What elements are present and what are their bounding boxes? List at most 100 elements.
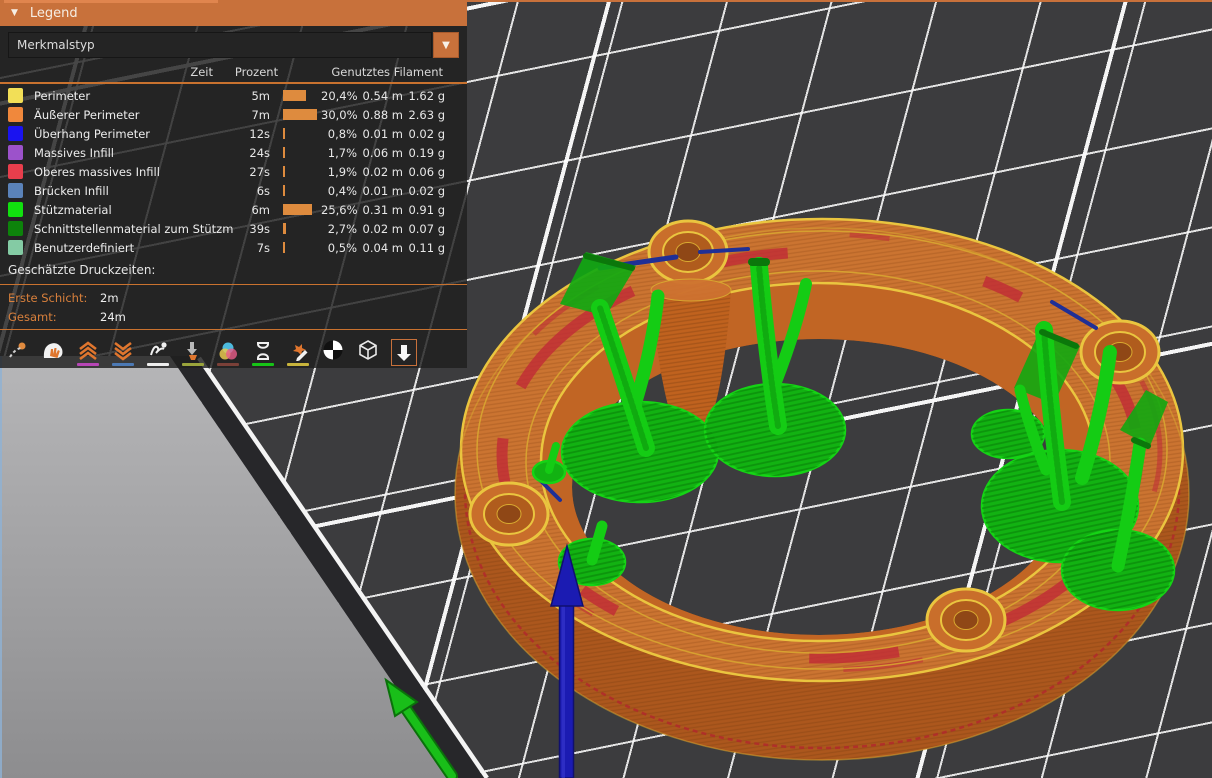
percent-bar-cell [283,223,321,234]
column-header-time: Zeit [190,65,213,79]
deretractions-icon[interactable] [111,338,135,366]
travel-icon[interactable] [6,338,30,366]
percent-bar-cell [283,109,321,120]
feature-used-weight: 0.07 g [408,221,445,236]
feature-used-weight: 0.11 g [408,240,445,255]
estimated-time-row: Gesamt: 24m [0,307,467,326]
legend-rows: Perimeter 5m 20,4% 0.54 m 1.62 g Äußerer Peri… [0,84,467,257]
feature-time: 24s [249,145,270,160]
feature-label: Überhang Perimeter [34,126,151,141]
slicer-preview-window: { "legend": { "title": "Legend", "collap… [0,0,1212,778]
estimated-label: Gesamt: [8,309,57,324]
feature-used-length: 0.54 m [362,88,403,103]
center-of-mass-icon[interactable] [321,338,345,366]
feature-used-weight: 0.02 g [408,126,445,141]
separator [0,284,467,285]
feature-color-swatch [8,126,23,141]
feature-color-swatch [8,221,23,236]
feature-label: Oberes massives Infill [34,164,160,179]
feature-color-swatch [8,164,23,179]
feature-label: Perimeter [34,88,91,103]
legend-row: Überhang Perimeter 12s 0,8% 0.01 m 0.02 g [0,124,467,143]
column-header-percent: Prozent [234,65,279,79]
feature-percent: 0,8% [327,126,357,141]
feature-color-swatch [8,88,23,103]
feature-percent: 1,9% [327,164,357,179]
legend-row: Äußerer Perimeter 7m 30,0% 0.88 m 2.63 g [0,105,467,124]
ring-boss-left [468,481,550,547]
percent-bar-cell [283,147,321,158]
feature-time: 12s [249,126,270,141]
feature-used-length: 0.02 m [362,221,403,236]
feature-used-length: 0.02 m [362,164,403,179]
feature-time: 27s [249,164,270,179]
feature-used-length: 0.01 m [362,183,403,198]
pause-prints-icon[interactable] [251,338,275,366]
tool-changes-icon[interactable] [181,338,205,366]
legend-row: Massives Infill 24s 1,7% 0.06 m 0.19 g [0,143,467,162]
feature-used-length: 0.31 m [362,202,403,217]
collapse-triangle-icon[interactable]: ▼ [11,8,18,18]
percent-bar-cell [283,128,321,139]
percent-bar [283,166,285,177]
separator [0,329,467,330]
feature-label: Brücken Infill [34,183,109,198]
feature-percent: 0,4% [327,183,357,198]
feature-used-weight: 1.62 g [408,88,445,103]
feature-label: Schnittstellenmaterial zum Stützmaterial [34,221,234,236]
feature-used-length: 0.88 m [362,107,403,122]
percent-bar-cell [283,204,321,215]
percent-bar [283,128,285,139]
percent-bar-cell [283,90,321,101]
legend-row: Benutzerdefiniert 7s 0,5% 0.04 m 0.11 g [0,238,467,257]
marker-icon[interactable] [391,339,417,366]
legend-column-headers: Zeit Prozent Genutztes Filament [0,62,467,82]
legend-panel: ▼ Legend Merkmalstyp ▼ Zeit Prozent Genu… [0,0,467,368]
legend-toolbar [0,333,467,366]
legend-row: Perimeter 5m 20,4% 0.54 m 1.62 g [0,86,467,105]
feature-time: 6s [256,183,270,198]
chevron-down-icon: ▼ [442,39,450,51]
retractions-icon[interactable] [76,338,100,366]
estimated-value: 2m [100,290,119,305]
view-type-value: Merkmalstyp [17,38,95,52]
percent-bar [283,90,306,101]
view-type-select[interactable]: Merkmalstyp [8,32,432,58]
feature-used-weight: 0.19 g [408,145,445,160]
percent-bar [283,147,285,158]
legend-row: Brücken Infill 6s 0,4% 0.01 m 0.02 g [0,181,467,200]
estimated-label: Erste Schicht: [8,290,88,305]
percent-bar-cell [283,185,321,196]
feature-used-weight: 2.63 g [408,107,445,122]
percent-bar [283,204,312,215]
legend-row: Schnittstellenmaterial zum Stützmaterial… [0,219,467,238]
shells-icon[interactable] [356,338,380,366]
feature-percent: 25,6% [321,202,358,217]
feature-time: 5m [251,88,270,103]
legend-header-highlight [4,0,218,3]
feature-percent: 2,7% [327,221,357,236]
legend-header[interactable]: ▼ Legend [0,0,467,26]
view-type-dropdown-button[interactable]: ▼ [433,32,459,58]
feature-time: 7m [251,107,270,122]
feature-time: 39s [249,221,270,236]
percent-bar [283,223,286,234]
feature-label: Massives Infill [34,145,114,160]
feature-percent: 20,4% [321,88,358,103]
wipe-icon[interactable] [41,338,65,366]
feature-percent: 30,0% [321,107,358,122]
ring-boss-bottom [925,587,1007,653]
ring-boss-right [1079,319,1161,385]
estimated-value: 24m [100,309,126,324]
percent-bar [283,185,285,196]
estimated-times-list: Erste Schicht: 2m Gesamt: 24m [0,288,467,326]
feature-color-swatch [8,240,23,255]
custom-gcodes-icon[interactable] [286,338,310,366]
seams-icon[interactable] [146,338,170,366]
legend-row: Stützmaterial 6m 25,6% 0.31 m 0.91 g [0,200,467,219]
feature-label: Äußerer Perimeter [34,107,140,122]
estimated-times-heading: Geschätzte Druckzeiten: [8,263,156,277]
color-changes-icon[interactable] [216,338,240,366]
feature-used-weight: 0.02 g [408,183,445,198]
feature-used-length: 0.01 m [362,126,403,141]
